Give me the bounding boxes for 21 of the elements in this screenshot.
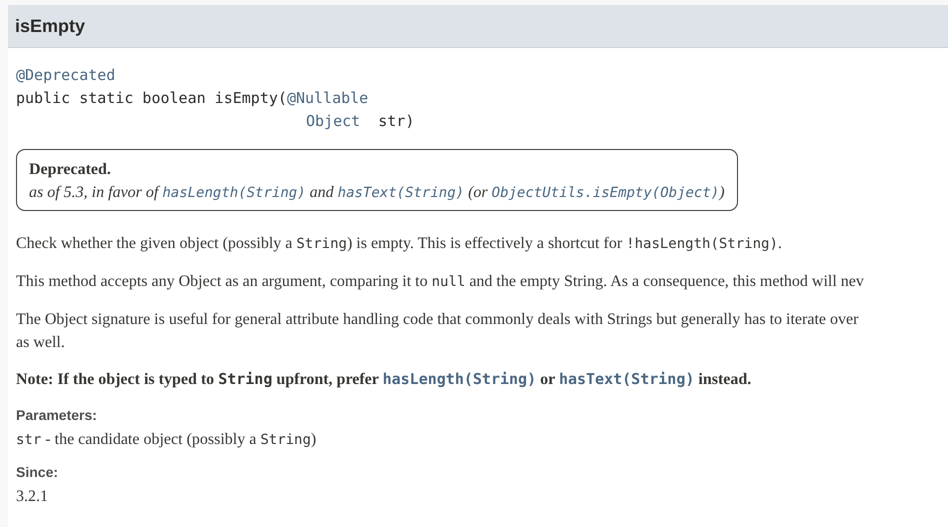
deprecated-label: Deprecated. xyxy=(29,161,112,179)
method-link[interactable]: hasText(String) xyxy=(558,370,694,388)
method-link[interactable]: ObjectUtils.isEmpty(Object) xyxy=(492,185,720,201)
annotation: @Nullable xyxy=(286,89,368,107)
description-paragraph: Note: If the object is typed to String upfront, prefer hasLength(String) or hasText(String) instead. xyxy=(16,369,752,390)
deprecation-text: as of 5.3, in favor of hasLength(String) and hasText(String) (or ObjectUtils.isEmpty(Object)) xyxy=(29,183,725,203)
description-paragraph: This method accepts any Object as an argument, comparing it to null and the empty String. As a consequence, this method will nev xyxy=(16,272,865,292)
description-paragraph: Check whether the given object (possibly a String) is empty. This is effectively a shortcut for !hasLength(String). xyxy=(16,234,783,254)
detail-label: Since: xyxy=(16,464,60,480)
signature-text: public static boolean isEmpty( xyxy=(16,89,287,107)
detail-label: Parameters: xyxy=(16,407,98,423)
type-link[interactable]: Object xyxy=(306,112,360,130)
method-link[interactable]: hasLength(String) xyxy=(382,370,536,388)
parameter-name: str) xyxy=(378,112,414,130)
method-link[interactable]: hasLength(String) xyxy=(162,185,306,201)
detail-text: str - the candidate object (possibly a String) xyxy=(16,430,318,450)
method-title: isEmpty xyxy=(15,16,86,37)
description-paragraph: The Object signature is useful for general attribute handling code that commonly deals with Strings but generally has to iterate over as well. xyxy=(16,310,860,353)
method-link[interactable]: hasText(String) xyxy=(338,185,464,201)
detail-text: 3.2.1 xyxy=(16,487,49,507)
annotation: @Deprecated xyxy=(16,66,116,84)
